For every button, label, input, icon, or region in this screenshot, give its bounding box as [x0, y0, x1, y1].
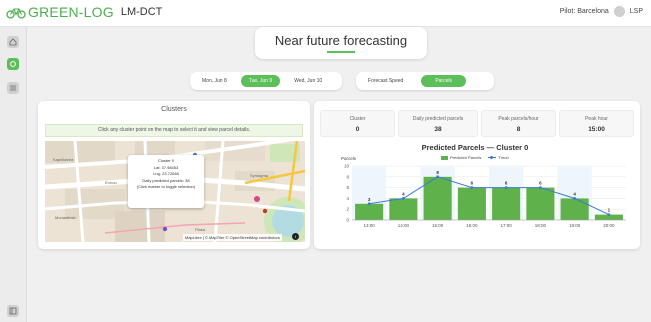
- data-label: 1: [608, 208, 611, 213]
- day-tab-tue[interactable]: Tue, Jun 9: [240, 75, 281, 87]
- page-title: Near future forecasting: [274, 33, 408, 48]
- chart-legend: Predicted Parcels Trend: [441, 155, 509, 160]
- day-tab-wed[interactable]: Wed, Jun 10: [286, 75, 330, 87]
- map-label: Plaka: [195, 227, 206, 232]
- map-label: Ermou: [105, 180, 117, 185]
- data-label: 4: [402, 191, 405, 196]
- y-tick-label: 8: [346, 174, 349, 179]
- legend-label: Predicted Parcels: [450, 155, 482, 160]
- kpi-value: 38: [434, 126, 442, 133]
- kpi-label: Daily predicted parcels: [412, 116, 464, 122]
- metric-tab-parcels[interactable]: Parcels: [421, 75, 466, 87]
- kpi-label: Cluster: [349, 116, 366, 122]
- legend-line-swatch: [488, 155, 497, 159]
- logo-subtitle: LM-DCT: [120, 6, 163, 18]
- trend-point[interactable]: [573, 197, 577, 200]
- trend-point[interactable]: [504, 186, 508, 189]
- list-icon[interactable]: [7, 82, 19, 94]
- chart-title: Predicted Parcels — Cluster 0: [421, 143, 529, 152]
- kpi-label: Peak hour: [585, 116, 608, 122]
- legend-bar-swatch: [441, 155, 448, 160]
- x-tick-label: 19:00: [569, 223, 581, 228]
- chart-bar[interactable]: [355, 203, 384, 220]
- pilot-info: Pilot: Barcelona LSP: [560, 6, 643, 17]
- clusters-title: Clusters: [161, 106, 187, 113]
- x-tick-label: 15:00: [432, 223, 444, 228]
- map-label: Kapnikarea: [53, 157, 74, 162]
- kpi-value: 8: [516, 126, 521, 133]
- x-tick-label: 17:00: [500, 223, 512, 228]
- chart-bar[interactable]: [560, 198, 589, 220]
- cluster-tooltip: Cluster 0 Lat: 37.98453 Lng: 23.72648 Da…: [128, 155, 204, 208]
- tooltip-toggle: (Click marker to toggle selection): [136, 184, 196, 189]
- data-label: 6: [539, 181, 542, 186]
- map-label: Monastiraki: [55, 215, 76, 220]
- kpi-card: Peak hour 15:00: [559, 110, 634, 137]
- kpi-card: Cluster 0: [320, 110, 395, 137]
- x-tick-label: 16:00: [466, 223, 478, 228]
- x-tick-label: 13:00: [363, 223, 375, 228]
- cluster-icon[interactable]: [7, 58, 19, 70]
- kpi-card: Daily predicted parcels 38: [398, 110, 478, 137]
- trend-point[interactable]: [607, 213, 611, 216]
- kpi-card: Peak parcels/hour 8: [481, 110, 556, 137]
- y-axis-label: Parcels: [341, 156, 357, 161]
- bicycle-icon: [6, 7, 26, 19]
- y-tick-label: 4: [346, 196, 349, 201]
- kpi-value: 0: [355, 126, 360, 133]
- collapse-sidebar-icon[interactable]: [7, 305, 19, 317]
- x-tick-label: 14:00: [398, 223, 410, 228]
- logo[interactable]: GREEN-LOG LM-DCT: [6, 4, 162, 20]
- map-attribution[interactable]: MapLibre | © MapTiler © OpenStreetMap co…: [183, 234, 282, 241]
- day-selector: Mon, Jun 8 Tue, Jun 9 Wed, Jun 10: [190, 72, 342, 90]
- y-tick-label: 0: [346, 218, 349, 223]
- data-label: 6: [471, 181, 474, 186]
- user-label: LSP: [629, 8, 643, 15]
- metric-tab-forecast-speed[interactable]: Forecast Speed: [360, 75, 411, 87]
- trend-point[interactable]: [470, 186, 474, 189]
- day-tab-mon[interactable]: Mon, Jun 8: [194, 75, 235, 87]
- user-avatar-icon[interactable]: [613, 6, 625, 17]
- sidebar: [0, 27, 27, 322]
- page-title-card: Near future forecasting: [255, 27, 427, 59]
- trend-point[interactable]: [401, 197, 405, 200]
- logo-text: GREEN-LOG: [28, 4, 114, 20]
- title-underline: [327, 51, 355, 53]
- kpi-value: 15:00: [588, 126, 605, 133]
- y-tick-label: 2: [346, 207, 349, 212]
- kpi-label: Peak parcels/hour: [498, 116, 539, 122]
- x-tick-label: 18:00: [535, 223, 547, 228]
- trend-point[interactable]: [367, 202, 371, 206]
- chart-bar[interactable]: [389, 198, 418, 220]
- chart-bar[interactable]: [457, 187, 486, 220]
- cluster-hint: Click any cluster point on the map to se…: [45, 124, 303, 137]
- map-label: Syntagma: [250, 173, 269, 178]
- chart-bar[interactable]: [526, 187, 555, 220]
- metric-selector: Forecast Speed Parcels: [356, 72, 494, 90]
- y-tick-label: 10: [344, 164, 350, 169]
- parcels-chart: 02468103486 6 64113:00 14:00 15:00 16:00 17:00…: [344, 164, 626, 228]
- trend-point[interactable]: [538, 186, 542, 189]
- info-icon[interactable]: i: [292, 233, 299, 240]
- y-tick-label: 6: [346, 185, 349, 190]
- pilot-label: Pilot: Barcelona: [559, 8, 609, 15]
- home-icon[interactable]: [7, 36, 19, 48]
- legend-item-bars[interactable]: Predicted Parcels: [441, 155, 481, 160]
- x-tick-label: 20:00: [603, 223, 615, 228]
- top-bar: GREEN-LOG LM-DCT Pilot: Barcelona LSP: [0, 0, 651, 27]
- legend-label: Trend: [498, 155, 509, 160]
- chart-bar[interactable]: [492, 187, 521, 220]
- legend-item-trend[interactable]: Trend: [488, 155, 509, 160]
- trend-point[interactable]: [436, 175, 440, 179]
